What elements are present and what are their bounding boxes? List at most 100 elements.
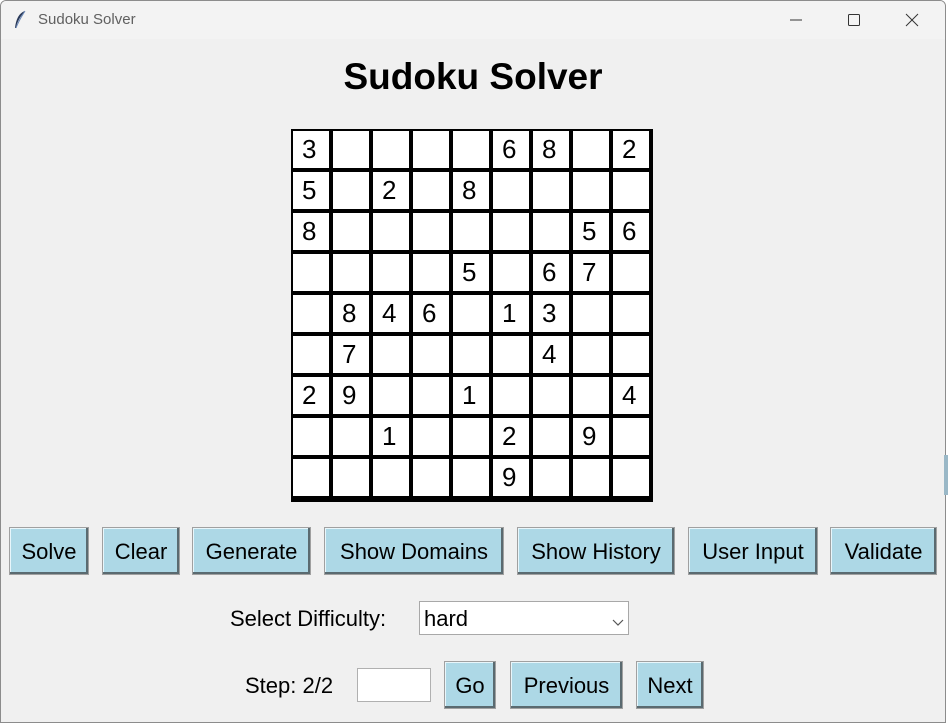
solve-button[interactable]: Solve xyxy=(9,527,89,575)
previous-button[interactable]: Previous xyxy=(510,661,623,709)
sudoku-cell[interactable] xyxy=(373,254,409,291)
sudoku-cell[interactable] xyxy=(493,254,529,291)
show-history-button[interactable]: Show History xyxy=(517,527,675,575)
sudoku-cell[interactable] xyxy=(333,254,369,291)
sudoku-cell[interactable]: 2 xyxy=(373,172,409,209)
sudoku-cell[interactable] xyxy=(493,377,529,414)
next-button[interactable]: Next xyxy=(636,661,704,709)
sudoku-cell[interactable]: 8 xyxy=(293,213,329,250)
sudoku-cell[interactable]: 3 xyxy=(533,295,569,332)
sudoku-cell[interactable] xyxy=(333,418,369,455)
sudoku-cell[interactable]: 6 xyxy=(533,254,569,291)
sudoku-cell[interactable]: 4 xyxy=(373,295,409,332)
sudoku-cell[interactable]: 8 xyxy=(533,131,569,168)
sudoku-cell[interactable]: 9 xyxy=(573,418,609,455)
sudoku-cell[interactable] xyxy=(493,213,529,250)
sudoku-cell[interactable]: 1 xyxy=(373,418,409,455)
sudoku-cell[interactable] xyxy=(453,459,489,496)
sudoku-cell[interactable]: 2 xyxy=(493,418,529,455)
sudoku-cell[interactable]: 9 xyxy=(333,377,369,414)
sudoku-cell[interactable] xyxy=(373,459,409,496)
sudoku-cell[interactable] xyxy=(413,213,449,250)
sudoku-cell[interactable]: 8 xyxy=(453,172,489,209)
sudoku-cell[interactable]: 2 xyxy=(613,131,649,168)
sudoku-cell[interactable] xyxy=(533,418,569,455)
sudoku-cell[interactable] xyxy=(373,336,409,373)
sudoku-cell[interactable] xyxy=(373,377,409,414)
sudoku-cell[interactable] xyxy=(333,213,369,250)
sudoku-cell[interactable]: 5 xyxy=(573,213,609,250)
sudoku-cell[interactable] xyxy=(573,377,609,414)
sudoku-cell[interactable]: 7 xyxy=(573,254,609,291)
sudoku-cell[interactable] xyxy=(413,418,449,455)
maximize-button[interactable] xyxy=(825,1,883,39)
step-input[interactable] xyxy=(357,668,431,702)
sudoku-cell[interactable] xyxy=(333,131,369,168)
minimize-button[interactable] xyxy=(767,1,825,39)
sudoku-cell[interactable]: 6 xyxy=(613,213,649,250)
sudoku-cell[interactable] xyxy=(613,254,649,291)
sudoku-cell[interactable] xyxy=(413,172,449,209)
sudoku-cell[interactable]: 9 xyxy=(493,459,529,496)
title-bar[interactable]: Sudoku Solver xyxy=(1,1,945,39)
generate-button[interactable]: Generate xyxy=(192,527,311,575)
clear-button[interactable]: Clear xyxy=(102,527,180,575)
sudoku-cell[interactable]: 7 xyxy=(333,336,369,373)
sudoku-cell[interactable]: 2 xyxy=(293,377,329,414)
sudoku-cell[interactable]: 4 xyxy=(533,336,569,373)
sudoku-cell[interactable] xyxy=(453,213,489,250)
sudoku-cell[interactable]: 6 xyxy=(493,131,529,168)
sudoku-cell[interactable] xyxy=(613,336,649,373)
sudoku-cell[interactable] xyxy=(413,377,449,414)
sudoku-cell[interactable]: 1 xyxy=(453,377,489,414)
difficulty-select[interactable]: hard xyxy=(419,601,629,635)
sudoku-cell[interactable]: 6 xyxy=(413,295,449,332)
close-button[interactable] xyxy=(883,1,941,39)
sudoku-cell[interactable] xyxy=(573,172,609,209)
sudoku-cell[interactable] xyxy=(453,336,489,373)
sudoku-grid: 3682528856567846137429141299 xyxy=(291,129,653,502)
sudoku-cell[interactable] xyxy=(413,459,449,496)
sudoku-cell[interactable] xyxy=(453,295,489,332)
sudoku-cell[interactable] xyxy=(293,418,329,455)
sudoku-cell[interactable] xyxy=(373,213,409,250)
sudoku-cell[interactable] xyxy=(533,377,569,414)
sudoku-cell[interactable] xyxy=(413,336,449,373)
sudoku-cell[interactable] xyxy=(533,213,569,250)
sudoku-cell[interactable] xyxy=(293,254,329,291)
sudoku-cell[interactable] xyxy=(573,131,609,168)
sudoku-cell[interactable]: 8 xyxy=(333,295,369,332)
sudoku-cell[interactable]: 5 xyxy=(453,254,489,291)
sudoku-cell[interactable] xyxy=(613,295,649,332)
sudoku-cell[interactable] xyxy=(493,172,529,209)
sudoku-cell[interactable] xyxy=(293,459,329,496)
sudoku-cell[interactable] xyxy=(573,336,609,373)
sudoku-cell[interactable] xyxy=(413,254,449,291)
sudoku-cell[interactable] xyxy=(493,336,529,373)
sudoku-cell[interactable] xyxy=(573,459,609,496)
background-window-edge xyxy=(944,455,948,495)
show-domains-button[interactable]: Show Domains xyxy=(324,527,504,575)
sudoku-cell[interactable] xyxy=(293,336,329,373)
sudoku-cell[interactable] xyxy=(453,418,489,455)
sudoku-cell[interactable] xyxy=(613,459,649,496)
user-input-button[interactable]: User Input xyxy=(688,527,818,575)
sudoku-cell[interactable] xyxy=(533,459,569,496)
sudoku-cell[interactable] xyxy=(613,418,649,455)
sudoku-cell[interactable]: 1 xyxy=(493,295,529,332)
sudoku-cell[interactable] xyxy=(533,172,569,209)
sudoku-cell[interactable] xyxy=(413,131,449,168)
sudoku-cell[interactable] xyxy=(453,131,489,168)
go-button[interactable]: Go xyxy=(444,661,496,709)
sudoku-cell[interactable] xyxy=(573,295,609,332)
sudoku-cell[interactable] xyxy=(293,295,329,332)
validate-button[interactable]: Validate xyxy=(830,527,937,575)
difficulty-label: Select Difficulty: xyxy=(230,606,387,631)
sudoku-cell[interactable]: 3 xyxy=(293,131,329,168)
sudoku-cell[interactable] xyxy=(333,172,369,209)
sudoku-cell[interactable] xyxy=(613,172,649,209)
sudoku-cell[interactable] xyxy=(333,459,369,496)
sudoku-cell[interactable]: 5 xyxy=(293,172,329,209)
sudoku-cell[interactable]: 4 xyxy=(613,377,649,414)
sudoku-cell[interactable] xyxy=(373,131,409,168)
